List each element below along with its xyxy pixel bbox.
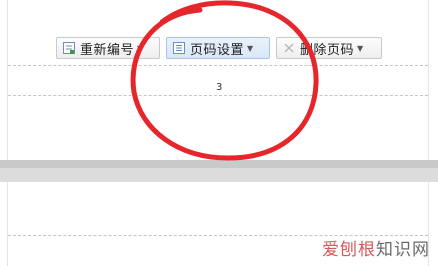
watermark: 爱刨根 知识网: [322, 235, 430, 260]
red-circle-annotation: [130, 0, 319, 161]
watermark-site: 知识网: [376, 240, 430, 260]
watermark-brand: 爱刨根: [322, 240, 376, 260]
